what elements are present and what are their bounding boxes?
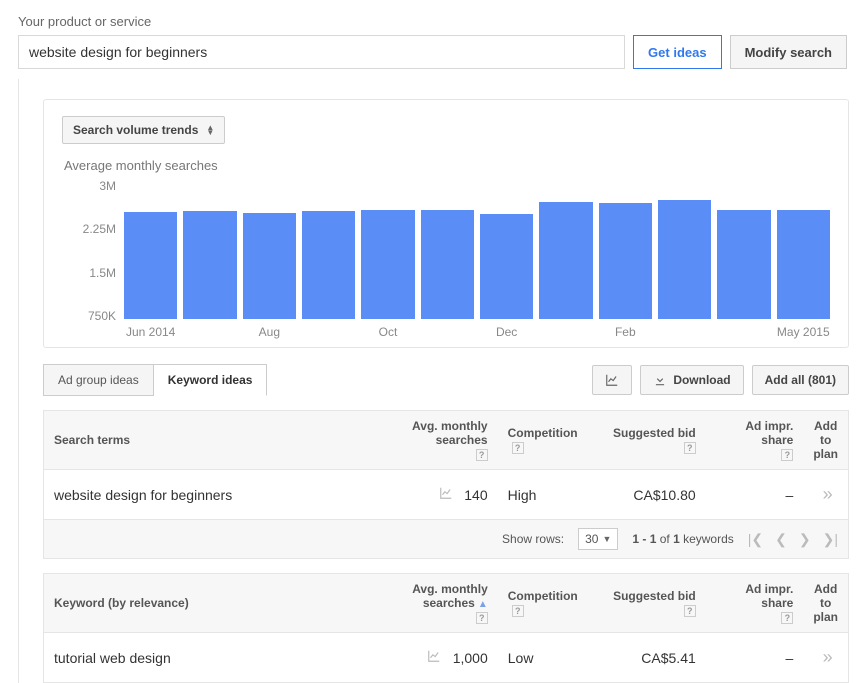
rows-per-page-select[interactable]: 30 ▼	[578, 528, 618, 550]
cell-impr: –	[706, 470, 804, 520]
th-competition[interactable]: Competition ?	[498, 411, 597, 470]
x-tick: Jun 2014	[124, 325, 177, 339]
chart-subtitle: Average monthly searches	[64, 158, 830, 173]
cell-competition: Low	[498, 633, 597, 683]
chart-bar[interactable]	[539, 202, 592, 319]
x-tick: Feb	[599, 325, 652, 339]
cell-bid: CA$10.80	[597, 470, 706, 520]
help-icon[interactable]: ?	[512, 442, 524, 454]
download-icon	[653, 373, 667, 387]
pager-first-button[interactable]: |❮	[748, 531, 763, 548]
chart-bar[interactable]	[480, 214, 533, 319]
show-rows-label: Show rows:	[502, 532, 564, 546]
chart-bar[interactable]	[302, 211, 355, 319]
x-tick	[717, 325, 770, 339]
x-tick	[421, 325, 474, 339]
pager-range: 1 - 1 of 1 keywords	[632, 532, 733, 546]
chart-bar[interactable]	[361, 210, 414, 319]
chart-bar[interactable]	[717, 210, 770, 319]
chart-bar[interactable]	[124, 212, 177, 319]
help-icon[interactable]: ?	[781, 612, 793, 624]
cell-impr: –	[706, 633, 804, 683]
download-label: Download	[673, 373, 730, 387]
th-add-to-plan: Add to plan	[803, 574, 848, 633]
pager-prev-button[interactable]: ❮	[775, 531, 787, 548]
cell-term: website design for beginners	[44, 470, 371, 520]
chart-y-axis: 3M 2.25M 1.5M 750K	[62, 179, 124, 339]
add-to-plan-button[interactable]: »	[823, 484, 829, 504]
x-tick: Oct	[361, 325, 414, 339]
help-icon[interactable]: ?	[476, 449, 488, 461]
th-suggested-bid[interactable]: Suggested bid?	[597, 411, 706, 470]
search-label: Your product or service	[18, 14, 847, 29]
chart-metric-label: Search volume trends	[73, 123, 198, 137]
th-suggested-bid[interactable]: Suggested bid?	[597, 574, 706, 633]
search-input[interactable]	[18, 35, 625, 69]
tab-keyword-ideas[interactable]: Keyword ideas	[154, 364, 268, 396]
y-tick: 1.5M	[89, 266, 116, 280]
trend-icon[interactable]	[427, 649, 441, 663]
cell-avg: 140	[371, 470, 498, 520]
th-impr-share[interactable]: Ad impr. share?	[706, 574, 804, 633]
cell-bid: CA$5.41	[597, 633, 706, 683]
sort-asc-icon: ▲	[478, 599, 488, 610]
get-ideas-button[interactable]: Get ideas	[633, 35, 722, 69]
th-avg-searches[interactable]: Avg. monthly searches?	[371, 411, 498, 470]
th-impr-share[interactable]: Ad impr. share?	[706, 411, 804, 470]
y-tick: 3M	[99, 179, 116, 193]
x-tick: May 2015	[777, 325, 830, 339]
chart-bar[interactable]	[599, 203, 652, 319]
x-tick: Dec	[480, 325, 533, 339]
pager-last-button[interactable]: ❯|	[823, 531, 838, 548]
help-icon[interactable]: ?	[684, 442, 696, 454]
cell-avg: 1,000	[370, 633, 498, 683]
th-competition[interactable]: Competition?	[498, 574, 597, 633]
cell-competition: High	[498, 470, 597, 520]
keyword-ideas-table: Keyword (by relevance) Avg. monthly sear…	[43, 573, 849, 683]
x-tick	[183, 325, 236, 339]
search-terms-table: Search terms Avg. monthly searches? Comp…	[43, 410, 849, 559]
add-to-plan-button[interactable]: »	[823, 647, 829, 667]
table-row: website design for beginners 140 High CA…	[44, 470, 849, 520]
cell-term: tutorial web design	[44, 633, 371, 683]
th-avg-searches[interactable]: Avg. monthly searches▲?	[370, 574, 498, 633]
chart-card: Search volume trends ▲▼ Average monthly …	[43, 99, 849, 348]
pager-row: Show rows: 30 ▼ 1 - 1 of 1 keywords |❮ ❮…	[44, 520, 849, 559]
x-tick	[658, 325, 711, 339]
th-keyword[interactable]: Keyword (by relevance)	[44, 574, 371, 633]
chart-bar[interactable]	[421, 210, 474, 319]
download-button[interactable]: Download	[640, 365, 743, 395]
chart-x-axis: Jun 2014 Aug Oct Dec Feb May 2015	[124, 325, 830, 339]
y-tick: 750K	[88, 309, 116, 323]
x-tick	[539, 325, 592, 339]
help-icon[interactable]: ?	[512, 605, 524, 617]
chart-bar[interactable]	[658, 200, 711, 319]
chart-view-button[interactable]	[592, 365, 632, 395]
chart-bar[interactable]	[183, 211, 236, 319]
pager-next-button[interactable]: ❯	[799, 531, 811, 548]
chevron-down-icon: ▼	[602, 534, 611, 544]
modify-search-button[interactable]: Modify search	[730, 35, 847, 69]
trend-icon[interactable]	[439, 486, 453, 500]
chart-metric-dropdown[interactable]: Search volume trends ▲▼	[62, 116, 225, 144]
help-icon[interactable]: ?	[476, 612, 488, 624]
add-all-button[interactable]: Add all (801)	[752, 365, 849, 395]
chart-bar[interactable]	[243, 213, 296, 319]
help-icon[interactable]: ?	[781, 449, 793, 461]
x-tick	[302, 325, 355, 339]
tab-ad-group-ideas[interactable]: Ad group ideas	[43, 364, 154, 396]
chart-bar[interactable]	[777, 210, 830, 319]
chart-bars	[124, 179, 830, 319]
help-icon[interactable]: ?	[684, 605, 696, 617]
sort-arrows-icon: ▲▼	[206, 125, 214, 135]
y-tick: 2.25M	[83, 222, 116, 236]
line-chart-icon	[605, 373, 619, 387]
th-search-terms[interactable]: Search terms	[44, 411, 371, 470]
th-add-to-plan: Add to plan	[803, 411, 848, 470]
x-tick: Aug	[243, 325, 296, 339]
table-row: tutorial web design 1,000 Low CA$5.41 – …	[44, 633, 849, 683]
